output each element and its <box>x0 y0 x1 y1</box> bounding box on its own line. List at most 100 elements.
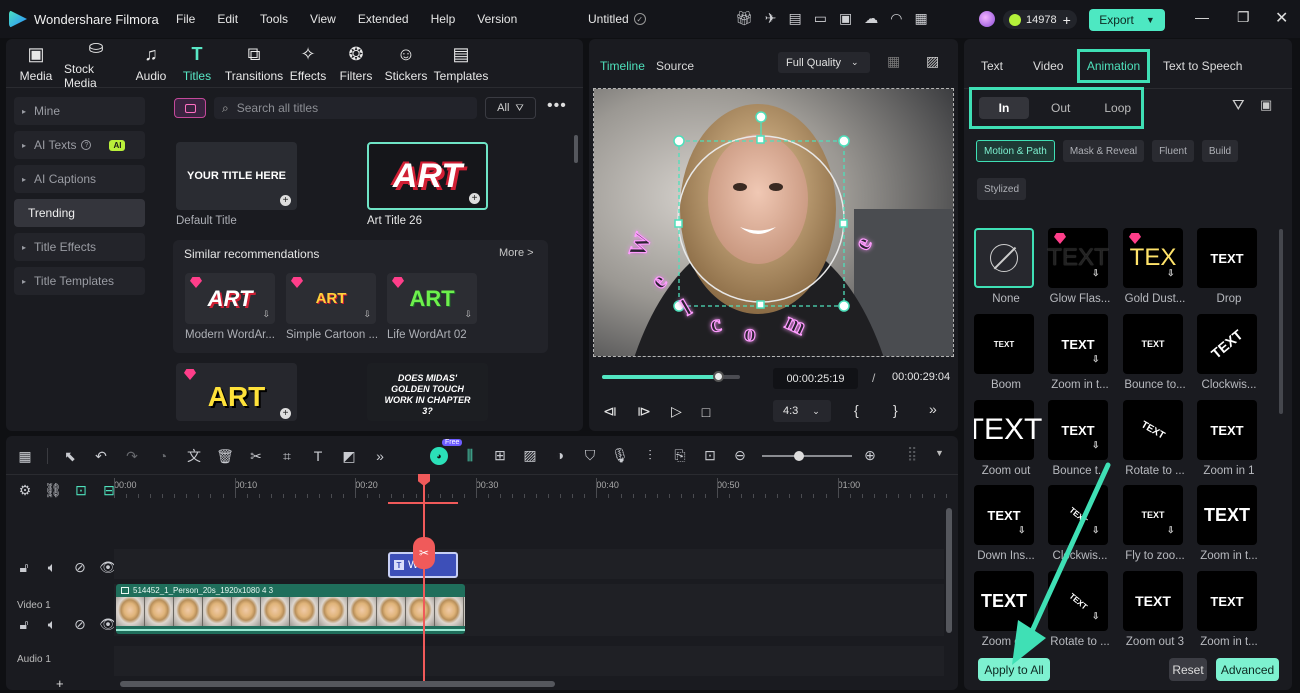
playhead-knob[interactable] <box>713 371 725 382</box>
tab-transitions[interactable]: ⧉ Transitions <box>225 44 283 83</box>
export-button[interactable]: Export ▼ <box>1089 9 1165 31</box>
video-clip[interactable]: 514452_1_Person_20s_1920x1080 4 3 <box>116 584 465 634</box>
advanced-button[interactable]: Advanced <box>1216 658 1279 681</box>
menu-extended[interactable]: Extended <box>358 12 409 26</box>
animation-item[interactable]: TEXT Boom <box>974 314 1038 391</box>
animation-item[interactable]: TEXT Clockwis... <box>1197 314 1261 391</box>
animation-item[interactable]: None <box>974 228 1038 305</box>
tab-filters[interactable]: ❂ Filters <box>340 44 373 83</box>
menu-version[interactable]: Version <box>477 12 517 26</box>
vertical-scrollbar[interactable] <box>946 508 952 633</box>
stop-icon[interactable]: □ <box>702 404 710 420</box>
art-yellow-thumb[interactable]: ART + <box>176 363 297 421</box>
default-title-thumb[interactable]: YOUR TITLE HERE + <box>176 142 297 210</box>
maximize-icon[interactable]: ❐ <box>1237 9 1250 26</box>
sidebar-item-ai-texts[interactable]: ▸ AI Texts? AI <box>14 131 145 159</box>
tab-text-to-speech[interactable]: Text to Speech <box>1163 59 1242 73</box>
avatar[interactable] <box>979 11 995 27</box>
more-link[interactable]: More > <box>499 247 534 259</box>
menu-view[interactable]: View <box>310 12 336 26</box>
menu-help[interactable]: Help <box>431 12 456 26</box>
mark-in-icon[interactable]: { <box>854 402 859 418</box>
chevron-down-icon[interactable]: ▼ <box>935 448 944 458</box>
animation-scrollbar[interactable] <box>1279 229 1283 414</box>
aspect-ratio-select[interactable]: 4:3 ⌄ <box>773 400 831 422</box>
grid-icon[interactable]: ⣿ <box>907 445 917 462</box>
close-icon[interactable]: ✕ <box>1275 8 1288 28</box>
layout-icon[interactable]: ▭ <box>814 10 827 27</box>
color-icon[interactable]: ◑ <box>551 446 569 464</box>
fit-icon[interactable]: ⊡ <box>701 446 719 464</box>
mark-out-icon[interactable]: } <box>893 402 898 418</box>
zoom-in-icon[interactable]: ⊕ <box>861 446 879 464</box>
more-options-icon[interactable]: ••• <box>547 97 567 115</box>
link-icon[interactable]: ⛓︎ <box>44 481 62 499</box>
tab-templates[interactable]: ▤ Templates <box>434 44 489 83</box>
ai-title-button[interactable] <box>174 98 206 118</box>
speed-icon[interactable]: ◔ <box>154 447 172 465</box>
more-controls-icon[interactable]: » <box>929 401 937 417</box>
settings-icon[interactable]: ⚙︎ <box>16 481 34 499</box>
animation-item[interactable]: TEXT Rotate to ... <box>1123 400 1187 477</box>
chip-motion-path[interactable]: Motion & Path <box>976 140 1055 162</box>
gift-icon[interactable]: 🎁︎ <box>735 10 753 27</box>
animation-item[interactable]: TEXT Zoom in t... <box>1197 485 1261 562</box>
play-icon[interactable]: ▷ <box>671 403 682 420</box>
zoom-slider[interactable] <box>762 451 852 461</box>
sidebar-item-trending[interactable]: Trending <box>14 199 145 227</box>
replace-icon[interactable]: ⎘ <box>671 446 689 464</box>
animation-item[interactable]: TEXT ⇩ Glow Flas... <box>1047 228 1112 305</box>
cloud-icon[interactable]: ☁︎ <box>864 10 878 27</box>
sidebar-item-mine[interactable]: ▸ Mine <box>14 97 145 125</box>
ai-mate-icon[interactable]: ◕ <box>430 447 448 465</box>
chip-stylized[interactable]: Stylized <box>977 178 1027 200</box>
animation-item[interactable]: TEXT Bounce to... <box>1123 314 1187 391</box>
prev-frame-icon[interactable]: ⧏ <box>603 403 617 420</box>
chip-build[interactable]: Build <box>1201 140 1239 162</box>
store-icon[interactable]: ▣ <box>1260 97 1272 113</box>
layout-icon[interactable]: ▦ <box>16 447 34 465</box>
add-track-icon[interactable]: + <box>56 676 64 691</box>
tab-audio[interactable]: ♫ Audio <box>134 44 168 83</box>
image-icon[interactable]: ▨ <box>521 446 539 464</box>
tab-stock-media[interactable]: ⛀ Stock Media <box>64 37 128 90</box>
filter-button[interactable]: All ⛛ <box>485 97 536 119</box>
shape-icon[interactable]: ◩ <box>340 447 358 465</box>
add-credits-icon[interactable]: + <box>1063 12 1071 28</box>
tab-effects[interactable]: ✧ Effects <box>290 44 326 83</box>
animation-item[interactable]: TEXT Drop <box>1197 228 1261 305</box>
search-box[interactable]: ⌕ Search all titles <box>214 97 477 119</box>
volume-icon[interactable]: 🔈︎ <box>43 558 61 576</box>
tab-timeline[interactable]: Timeline <box>600 59 645 73</box>
translate-icon[interactable]: 文 <box>185 447 203 465</box>
menu-edit[interactable]: Edit <box>217 12 238 26</box>
select-icon[interactable]: ⬉ <box>61 447 79 465</box>
tab-source[interactable]: Source <box>656 59 694 73</box>
sidebar-item-title-effects[interactable]: ▸ Title Effects <box>14 233 145 261</box>
grid-icon[interactable]: ▦ <box>914 10 927 27</box>
life-wordart-thumb[interactable]: ART ⇩ <box>387 273 477 324</box>
animation-item[interactable]: TEXT Zoom in t... <box>1197 571 1261 648</box>
animation-item[interactable]: TEXT Zoom out 3 <box>1123 571 1187 648</box>
simple-cartoon-thumb[interactable]: ART ⇩ <box>286 273 376 324</box>
menu-tools[interactable]: Tools <box>260 12 288 26</box>
tab-video[interactable]: Video <box>1033 59 1063 73</box>
sidebar-item-title-templates[interactable]: ▸ Title Templates <box>14 267 145 295</box>
split-marker[interactable]: ✂︎ <box>413 537 435 569</box>
volume-icon[interactable]: 🔈︎ <box>43 615 61 633</box>
project-name[interactable]: Untitled <box>588 12 629 26</box>
chip-mask-reveal[interactable]: Mask & Reveal <box>1062 140 1145 162</box>
grid-view-icon[interactable]: ▦ <box>887 53 900 70</box>
chip-fluent[interactable]: Fluent <box>1152 140 1194 162</box>
shield-icon[interactable]: ⛉ <box>581 446 599 464</box>
next-frame-icon[interactable]: ⧐ <box>637 403 651 420</box>
library-scrollbar[interactable] <box>574 135 578 163</box>
search-input[interactable]: Search all titles <box>237 101 318 115</box>
reset-button[interactable]: Reset <box>1169 658 1207 681</box>
menu-file[interactable]: File <box>176 12 195 26</box>
animation-item[interactable]: TEXT ⇩ Zoom in t... <box>1048 314 1112 391</box>
tab-media[interactable]: ▣ Media <box>18 44 54 83</box>
art-title-26-thumb[interactable]: ART + <box>367 142 488 210</box>
filter-icon[interactable]: ⛛ <box>1232 97 1245 114</box>
more-tools-icon[interactable]: » <box>371 447 389 465</box>
